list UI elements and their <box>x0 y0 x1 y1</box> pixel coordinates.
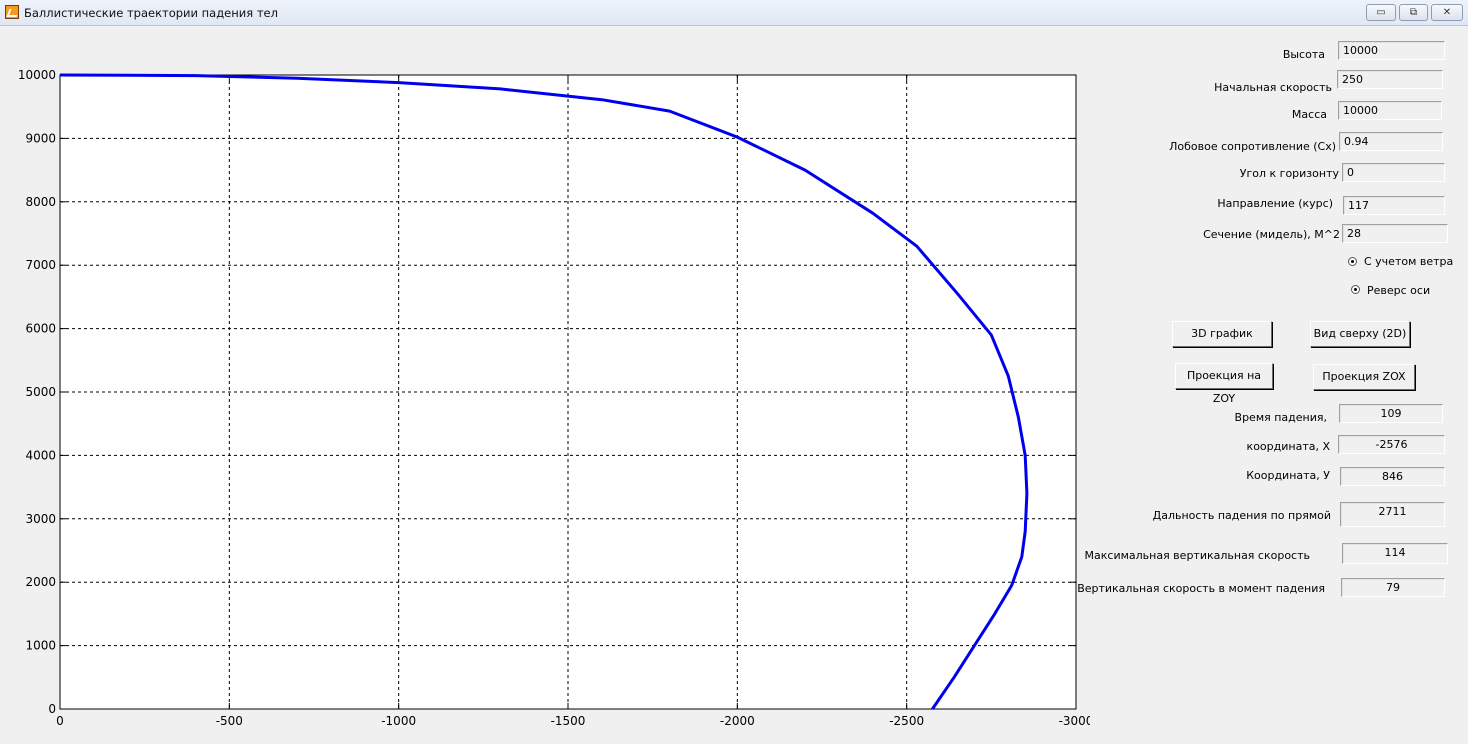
x-tick-label: -500 <box>216 714 243 728</box>
top-view-button[interactable]: Вид сверху (2D) <box>1310 321 1410 347</box>
result-field-range: 2711 <box>1340 502 1445 527</box>
x-tick-label: -1000 <box>381 714 416 728</box>
param-label-initial-speed: Начальная скорость <box>1214 81 1332 94</box>
y-tick-label: 8000 <box>25 195 56 209</box>
y-tick-label: 9000 <box>25 131 56 145</box>
param-field-section[interactable]: 28 <box>1342 224 1448 243</box>
result-label-y: Координата, У <box>1246 469 1330 482</box>
result-label-max-vspeed: Максимальная вертикальная скорость <box>1084 549 1310 562</box>
trajectory-plot: 0 -500 -1000 -1500 -2000 -2500 -3000 0 1000 2000 3… <box>0 26 1090 744</box>
param-field-mass[interactable]: 10000 <box>1338 101 1442 120</box>
param-field-angle[interactable]: 0 <box>1342 163 1445 182</box>
window-title: Баллистические траектории падения тел <box>24 6 278 20</box>
param-label-mass: Масса <box>1291 108 1327 121</box>
projection-zox-button[interactable]: Проекция ZOX <box>1313 364 1415 390</box>
y-tick-label: 3000 <box>25 512 56 526</box>
param-label-angle: Угол к горизонту <box>1239 167 1339 180</box>
y-tick-label: 4000 <box>25 448 56 462</box>
param-label-course: Направление (курс) <box>1217 197 1333 210</box>
projection-zoy-button[interactable]: Проекция на ZOY <box>1175 363 1273 405</box>
matlab-app-icon <box>5 5 19 19</box>
param-label-height: Высота <box>1282 48 1325 61</box>
maximize-button[interactable]: ⧉ <box>1399 4 1428 21</box>
param-field-height[interactable]: 10000 <box>1338 41 1445 60</box>
x-tick-label: -1500 <box>551 714 586 728</box>
result-label-x: координата, X <box>1246 440 1330 453</box>
y-tick-label: 10000 <box>18 68 56 82</box>
param-field-course[interactable]: 117 <box>1343 196 1445 215</box>
result-field-y: 846 <box>1340 467 1445 486</box>
y-tick-label: 6000 <box>25 322 56 336</box>
result-label-range: Дальность падения по прямой <box>1152 509 1331 522</box>
y-tick-label: 2000 <box>25 575 56 589</box>
x-tick-label: -2000 <box>720 714 755 728</box>
x-tick-label: -2500 <box>889 714 924 728</box>
wind-radio-label: С учетом ветра <box>1364 255 1454 268</box>
reverse-axis-radio-label: Реверс оси <box>1367 284 1431 297</box>
title-bar: Баллистические траектории падения тел ▭ … <box>0 0 1468 26</box>
param-label-section: Сечение (мидель), M^2 <box>1203 228 1340 241</box>
result-field-max-vspeed: 114 <box>1342 543 1448 564</box>
param-field-initial-speed[interactable]: 250 <box>1337 70 1443 89</box>
x-tick-label: 0 <box>56 714 64 728</box>
reverse-axis-radio[interactable] <box>1351 285 1360 294</box>
x-tick-label: -3000 <box>1059 714 1090 728</box>
result-label-impact-vspeed: Вертикальная скорость в момент падения <box>1077 582 1325 595</box>
wind-radio[interactable] <box>1348 257 1357 266</box>
result-field-fall-time: 109 <box>1339 404 1443 423</box>
y-tick-label: 0 <box>48 702 56 716</box>
y-tick-label: 5000 <box>25 385 56 399</box>
plot-3d-button[interactable]: 3D график <box>1172 321 1272 347</box>
y-tick-label: 1000 <box>25 639 56 653</box>
minimize-button[interactable]: ▭ <box>1366 4 1396 21</box>
result-label-fall-time: Время падения, <box>1234 411 1327 424</box>
result-field-x: -2576 <box>1338 435 1445 454</box>
close-button[interactable]: ✕ <box>1431 4 1463 21</box>
result-field-impact-vspeed: 79 <box>1341 578 1445 597</box>
y-tick-label: 7000 <box>25 258 56 272</box>
trajectory-chart-svg: 0 -500 -1000 -1500 -2000 -2500 -3000 0 1000 2000 3… <box>18 68 1090 728</box>
param-label-drag: Лобовое сопротивление (Cx) <box>1169 140 1336 153</box>
param-field-drag[interactable]: 0.94 <box>1339 132 1443 151</box>
